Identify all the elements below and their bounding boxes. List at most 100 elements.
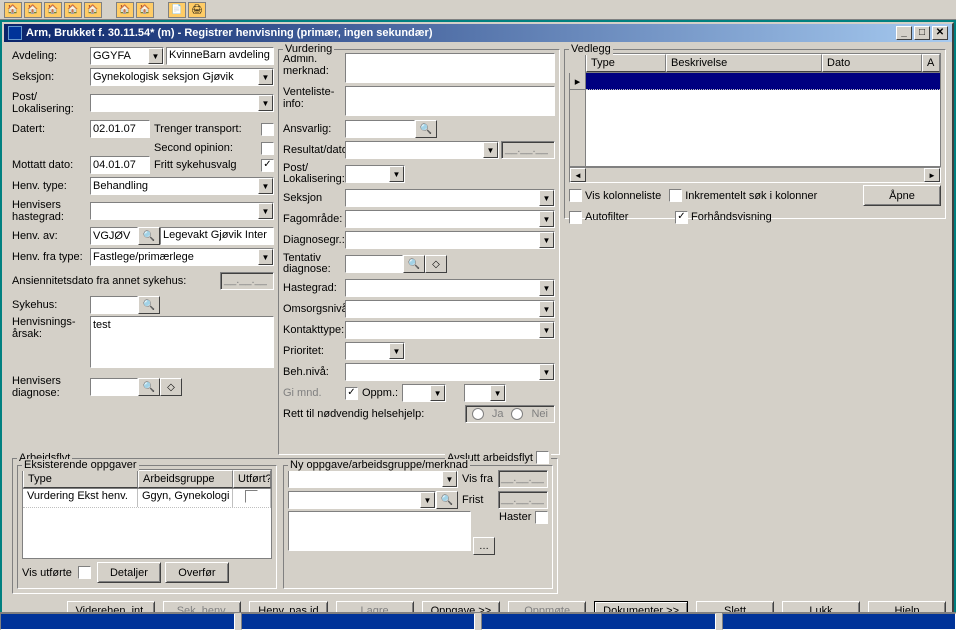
tentativ-input[interactable] xyxy=(345,255,403,273)
diag-dd[interactable]: ▼ xyxy=(345,231,555,249)
tb-icon[interactable]: 🏠 xyxy=(64,2,82,18)
henv-av-label: Henv. av: xyxy=(12,230,90,242)
tb-icon[interactable]: 🏠 xyxy=(4,2,22,18)
overfor-button[interactable]: Overfør xyxy=(165,562,229,583)
ansien-input[interactable]: __.__.__ xyxy=(220,272,274,290)
behniva-dd[interactable]: ▼ xyxy=(345,363,555,381)
venteliste-ta[interactable] xyxy=(345,86,555,116)
admin-merknad-ta[interactable] xyxy=(345,53,555,83)
detaljer-button[interactable]: Detaljer xyxy=(97,562,161,583)
haster-check[interactable] xyxy=(535,511,548,524)
seksjon2-label: Seksjon xyxy=(283,192,345,204)
tb-icon[interactable]: 🏠 xyxy=(136,2,154,18)
task-row[interactable]: Vurdering Ekst henv. Ggyn, Gynekologi xyxy=(23,489,271,508)
col-type[interactable]: Type xyxy=(23,470,138,488)
datert-label: Datert: xyxy=(12,123,90,135)
oppm-dd2[interactable]: ▼ xyxy=(464,384,506,402)
datert-input[interactable] xyxy=(90,120,150,138)
close-btn[interactable]: ✕ xyxy=(932,26,948,40)
apne-button[interactable]: Åpne xyxy=(863,185,941,206)
minimize-btn[interactable]: _ xyxy=(896,26,912,40)
resultat-date[interactable]: __.__.__ xyxy=(501,141,555,159)
post-dropdown[interactable]: ▼ xyxy=(90,94,274,112)
vedlegg-col-dato[interactable]: Dato xyxy=(822,54,922,72)
ansvarlig-search-icon[interactable]: 🔍 xyxy=(415,120,437,138)
postlok-label: Post/ Lokalisering: xyxy=(283,163,345,185)
sykehus-input[interactable] xyxy=(90,296,138,314)
vedlegg-col-a[interactable]: A xyxy=(922,54,940,72)
henv-fra-type-dd[interactable]: Fastlege/primærlege▼ xyxy=(90,248,274,266)
henv-diag-label: Henvisers diagnose: xyxy=(12,375,90,399)
ja-radio[interactable] xyxy=(472,408,484,420)
henv-av-input[interactable] xyxy=(90,227,138,245)
scroll-left-icon[interactable]: ◄ xyxy=(570,168,586,182)
seksjon-dropdown[interactable]: Gynekologisk seksjon Gjøvik▼ xyxy=(90,68,274,86)
ansien-label: Ansiennitetsdato fra annet sykehus: xyxy=(12,275,220,287)
autofilter-check[interactable] xyxy=(569,211,582,224)
forhand-check[interactable] xyxy=(675,211,688,224)
kolonneliste-check[interactable] xyxy=(569,189,582,202)
maximize-btn[interactable]: □ xyxy=(914,26,930,40)
gimnd-label: Gi mnd. xyxy=(283,387,345,399)
frist-input[interactable]: __.__.__ xyxy=(498,491,548,509)
postlok-dd[interactable]: ▼ xyxy=(345,165,405,183)
prioritet-dd[interactable]: ▼ xyxy=(345,342,405,360)
ja-label: Ja xyxy=(492,408,504,420)
resultat-dd[interactable]: ▼ xyxy=(345,141,499,159)
ny-oppgave-dd1[interactable]: ▼ xyxy=(288,470,458,488)
scroll-right-icon[interactable]: ► xyxy=(924,168,940,182)
hastegrad-dropdown[interactable]: ▼ xyxy=(90,202,274,220)
henv-av-text: Legevakt Gjøvik Inter xyxy=(160,227,274,245)
vis-utforte-check[interactable] xyxy=(78,566,91,579)
mottatt-input[interactable] xyxy=(90,156,150,174)
henv-av-search-icon[interactable]: 🔍 xyxy=(138,227,160,245)
tentativ-label: Tentativ diagnose: xyxy=(283,253,345,275)
ny-oppgave-merknad[interactable] xyxy=(288,511,471,551)
tb-icon[interactable]: 🖨 xyxy=(188,2,206,18)
oppm-dd[interactable]: ▼ xyxy=(402,384,446,402)
fag-dd[interactable]: ▼ xyxy=(345,210,555,228)
inkrement-check[interactable] xyxy=(669,189,682,202)
ansvarlig-input[interactable] xyxy=(345,120,415,138)
arsak-label: Henvisnings- årsak: xyxy=(12,316,90,340)
seksjon2-dd[interactable]: ▼ xyxy=(345,189,555,207)
visfra-input[interactable]: __.__.__ xyxy=(498,470,548,488)
second-opinion-check[interactable] xyxy=(261,142,274,155)
henv-diag-clear-icon[interactable]: ◇ xyxy=(160,378,182,396)
vedlegg-col-type[interactable]: Type xyxy=(586,54,666,72)
henv-diag-input[interactable] xyxy=(90,378,138,396)
omsorg-dd[interactable]: ▼ xyxy=(345,300,555,318)
tentativ-search-icon[interactable]: 🔍 xyxy=(403,255,425,273)
tb-icon[interactable]: 🏠 xyxy=(44,2,62,18)
titlebar: Arm, Brukket f. 30.11.54* (m) - Registre… xyxy=(4,24,952,42)
henv-diag-search-icon[interactable]: 🔍 xyxy=(138,378,160,396)
tb-icon[interactable]: 📄 xyxy=(168,2,186,18)
avdeling-text: KvinneBarn avdeling xyxy=(166,47,274,65)
tentativ-clear-icon[interactable]: ◇ xyxy=(425,255,447,273)
avslutt-check[interactable] xyxy=(536,451,549,464)
ny-oppgave-ellipsis-icon[interactable]: … xyxy=(473,537,495,555)
arsak-textarea[interactable]: test xyxy=(90,316,274,368)
henv-type-dropdown[interactable]: Behandling▼ xyxy=(90,177,274,195)
vedlegg-col-beskr[interactable]: Beskrivelse xyxy=(666,54,822,72)
utfort-row-check[interactable] xyxy=(245,490,258,503)
hastegrad2-dd[interactable]: ▼ xyxy=(345,279,555,297)
vedlegg-row-selected[interactable] xyxy=(586,73,940,90)
vedlegg-fieldset: Vedlegg Type Beskrivelse Dato A ▸ xyxy=(564,49,946,219)
oppm-check[interactable] xyxy=(345,387,358,400)
transport-check[interactable] xyxy=(261,123,274,136)
fritt-check[interactable] xyxy=(261,159,274,172)
sykehus-search-icon[interactable]: 🔍 xyxy=(138,296,160,314)
kontakt-dd[interactable]: ▼ xyxy=(345,321,555,339)
col-arb[interactable]: Arbeidsgruppe xyxy=(138,470,233,488)
eksisterende-legend: Eksisterende oppgaver xyxy=(22,459,139,471)
tb-icon[interactable]: 🏠 xyxy=(84,2,102,18)
ny-oppgave-search-icon[interactable]: 🔍 xyxy=(436,491,458,509)
avdeling-dropdown[interactable]: GGYFA▼ xyxy=(90,47,164,65)
tb-icon[interactable]: 🏠 xyxy=(24,2,42,18)
col-utfort[interactable]: Utført? xyxy=(233,470,271,488)
ny-oppgave-dd2[interactable]: ▼ xyxy=(288,491,436,509)
tb-icon[interactable]: 🏠 xyxy=(116,2,134,18)
nei-radio[interactable] xyxy=(511,408,523,420)
fritt-label: Fritt sykehusvalg xyxy=(154,159,237,171)
